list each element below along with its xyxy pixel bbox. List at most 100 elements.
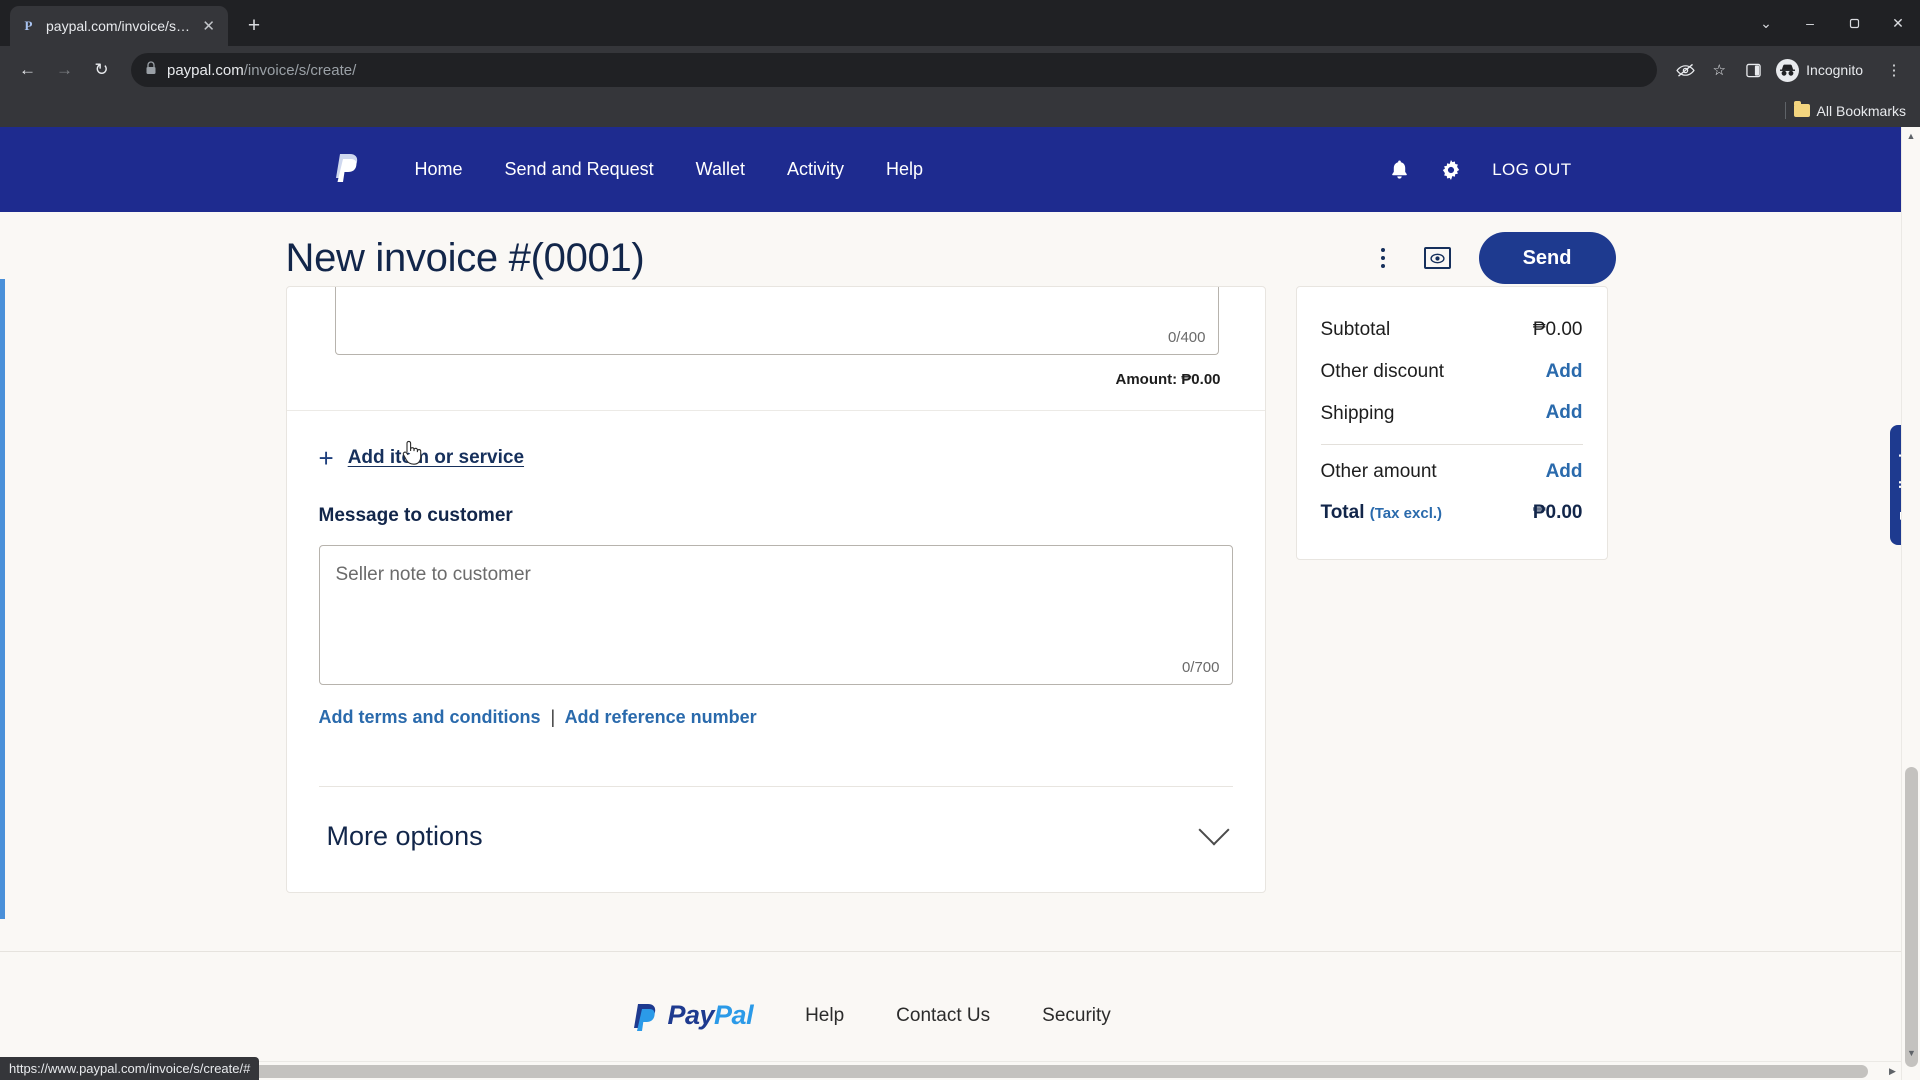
- bookmarks-divider: [1784, 102, 1786, 119]
- message-links-row: Add terms and conditions | Add reference…: [319, 685, 1233, 728]
- tab-strip: P paypal.com/invoice/s/create/ ✕ + ⌄ – ✕: [0, 0, 1920, 46]
- all-bookmarks-label: All Bookmarks: [1816, 102, 1906, 119]
- nav-link-home[interactable]: Home: [394, 159, 484, 180]
- bookmark-star-icon[interactable]: ☆: [1704, 55, 1734, 85]
- browser-toolbar: ← → ↻ paypal.com/invoice/s/create/ ☆ Inc…: [0, 46, 1920, 94]
- scroll-down-arrow[interactable]: ▼: [1902, 1044, 1920, 1061]
- reload-button[interactable]: ↻: [85, 54, 118, 87]
- summary-row-total: Total (Tax excl.) ₱0.00: [1321, 493, 1583, 533]
- scroll-up-arrow[interactable]: ▲: [1902, 127, 1920, 144]
- plus-icon: +: [318, 443, 334, 473]
- footer-paypal-logo: PayPal: [631, 1000, 754, 1031]
- summary-row-shipping: Shipping Add: [1321, 393, 1583, 435]
- vertical-scrollbar[interactable]: ▲ ▼: [1901, 127, 1920, 1080]
- chrome-menu-icon[interactable]: ⋮: [1879, 55, 1909, 85]
- total-value: ₱0.00: [1532, 502, 1583, 523]
- summary-label: Other discount: [1320, 360, 1445, 382]
- page-content: Home Send and Request Wallet Activity He…: [0, 127, 1901, 1080]
- total-text: Total: [1320, 502, 1365, 523]
- message-char-counter: 0/700: [1181, 659, 1220, 676]
- add-item-label: Add item or service: [347, 447, 525, 468]
- vertical-scroll-thumb[interactable]: [1905, 767, 1918, 1067]
- window-controls: ⌄ – ✕: [1744, 0, 1920, 46]
- tab-search-icon[interactable]: ⌄: [1744, 3, 1788, 43]
- nav-link-send-and-request[interactable]: Send and Request: [484, 159, 675, 180]
- tax-note: (Tax excl.): [1369, 505, 1443, 522]
- summary-value: ₱0.00: [1532, 318, 1583, 340]
- summary-divider: [1320, 444, 1583, 446]
- summary-label: Other amount: [1320, 461, 1437, 483]
- item-amount: Amount: ₱0.00: [1115, 371, 1221, 388]
- gear-icon[interactable]: [1436, 155, 1466, 185]
- url-domain: paypal.com: [167, 61, 244, 79]
- add-other-amount-link[interactable]: Add: [1546, 461, 1583, 483]
- more-options-label: More options: [326, 821, 483, 851]
- close-tab-icon[interactable]: ✕: [199, 17, 218, 36]
- status-bar: https://www.paypal.com/invoice/s/create/…: [0, 1057, 260, 1080]
- minimize-button[interactable]: –: [1788, 3, 1832, 43]
- horizontal-scrollbar[interactable]: ◀ ▶: [0, 1061, 1901, 1080]
- add-other-discount-link[interactable]: Add: [1546, 361, 1583, 383]
- invoice-items-card: 0/400 Amount: ₱0.00 + Add item or servic…: [285, 286, 1266, 893]
- bell-icon[interactable]: [1384, 155, 1414, 185]
- line-item-block: 0/400 Amount: ₱0.00: [286, 287, 1265, 411]
- kebab-menu-icon[interactable]: [1370, 243, 1396, 273]
- add-shipping-link[interactable]: Add: [1546, 402, 1583, 424]
- incognito-label: Incognito: [1806, 62, 1863, 78]
- message-to-customer-section: Message to customer Seller note to custo…: [287, 501, 1265, 728]
- logout-link[interactable]: LOG OUT: [1488, 160, 1571, 180]
- new-tab-button[interactable]: +: [237, 9, 271, 43]
- invoice-actions: Send: [1370, 232, 1616, 284]
- incognito-indicator[interactable]: Incognito: [1772, 55, 1875, 85]
- browser-tab[interactable]: P paypal.com/invoice/s/create/ ✕: [10, 6, 228, 46]
- url-text: paypal.com/invoice/s/create/: [167, 62, 356, 79]
- focus-outline-bar: [0, 279, 5, 919]
- links-separator: |: [550, 707, 556, 727]
- message-placeholder: Seller note to customer: [335, 564, 531, 585]
- paypal-favicon-icon: P: [24, 18, 33, 33]
- close-window-button[interactable]: ✕: [1876, 3, 1920, 43]
- preview-eye-icon[interactable]: [1423, 247, 1451, 269]
- footer-link-security[interactable]: Security: [1042, 1005, 1111, 1027]
- description-char-counter: 0/400: [1167, 329, 1206, 346]
- page-viewport: Home Send and Request Wallet Activity He…: [0, 127, 1920, 1080]
- scroll-right-arrow[interactable]: ▶: [1884, 1062, 1901, 1080]
- add-item-or-service-button[interactable]: + Add item or service: [287, 411, 1265, 501]
- chevron-down-icon[interactable]: [1197, 813, 1230, 845]
- browser-window: P paypal.com/invoice/s/create/ ✕ + ⌄ – ✕…: [0, 0, 1920, 1080]
- url-path: /invoice/s/create/: [243, 61, 357, 79]
- message-textarea[interactable]: Seller note to customer 0/700: [318, 545, 1233, 685]
- summary-row-other-amount: Other amount Add: [1321, 451, 1583, 493]
- item-description-input[interactable]: 0/400: [334, 287, 1219, 355]
- bookmarks-bar: All Bookmarks: [0, 94, 1920, 127]
- send-button[interactable]: Send: [1478, 232, 1616, 284]
- lock-icon: [145, 60, 157, 80]
- footer-link-help[interactable]: Help: [805, 1005, 844, 1027]
- total-label: Total (Tax excl.): [1321, 502, 1443, 524]
- nav-link-help[interactable]: Help: [865, 159, 944, 180]
- horizontal-scroll-thumb[interactable]: [18, 1065, 1868, 1078]
- nav-link-activity[interactable]: Activity: [766, 159, 865, 180]
- page-title: New invoice #(0001): [285, 235, 645, 280]
- maximize-button[interactable]: [1832, 3, 1876, 43]
- forward-button: →: [56, 60, 73, 79]
- summary-label: Subtotal: [1320, 319, 1391, 340]
- summary-label: Shipping: [1320, 402, 1395, 424]
- invoice-summary-card: Subtotal ₱0.00 Other discount Add Shippi…: [1295, 286, 1608, 560]
- back-button[interactable]: ←: [11, 54, 44, 87]
- address-bar[interactable]: paypal.com/invoice/s/create/: [131, 53, 1658, 87]
- invoice-body: 0/400 Amount: ₱0.00 + Add item or servic…: [285, 286, 1616, 951]
- all-bookmarks-button[interactable]: All Bookmarks: [1793, 101, 1906, 119]
- hidden-eye-icon[interactable]: [1670, 55, 1700, 85]
- paypal-logo-icon[interactable]: [326, 147, 368, 193]
- footer-link-contact-us[interactable]: Contact Us: [896, 1005, 990, 1027]
- nav-link-wallet[interactable]: Wallet: [675, 159, 766, 180]
- more-options-section[interactable]: More options: [318, 786, 1233, 892]
- add-terms-and-conditions-link[interactable]: Add terms and conditions: [319, 707, 541, 727]
- message-label: Message to customer: [318, 505, 513, 526]
- add-reference-number-link[interactable]: Add reference number: [565, 707, 757, 727]
- paypal-navbar: Home Send and Request Wallet Activity He…: [0, 127, 1901, 212]
- side-panel-icon[interactable]: [1738, 55, 1768, 85]
- folder-icon: [1793, 101, 1810, 117]
- tab-title: paypal.com/invoice/s/create/: [46, 18, 190, 34]
